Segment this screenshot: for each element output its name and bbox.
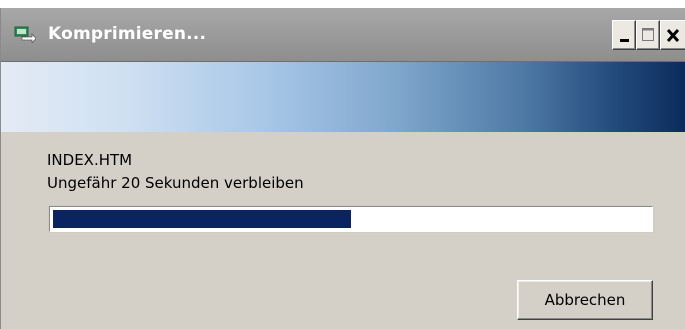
close-button[interactable]	[660, 20, 685, 50]
minimize-button[interactable]	[612, 20, 636, 50]
current-file-label: INDEX.HTM	[47, 151, 133, 169]
close-icon	[666, 28, 680, 43]
compress-dialog-window: Komprimieren... INDEX.HTM Ungefähr 20 Se…	[0, 8, 685, 329]
window-title: Komprimieren...	[48, 24, 207, 44]
time-remaining-label: Ungefähr 20 Sekunden verbleiben	[47, 174, 304, 192]
progress-bar-fill	[53, 210, 351, 228]
progress-bar	[49, 206, 653, 232]
cancel-button[interactable]: Abbrechen	[517, 280, 653, 320]
title-bar[interactable]: Komprimieren...	[1, 8, 685, 62]
header-banner	[1, 62, 685, 132]
maximize-icon	[642, 28, 654, 41]
compress-files-icon	[14, 25, 37, 45]
maximize-button[interactable]	[636, 20, 660, 50]
minimize-icon	[620, 39, 629, 42]
